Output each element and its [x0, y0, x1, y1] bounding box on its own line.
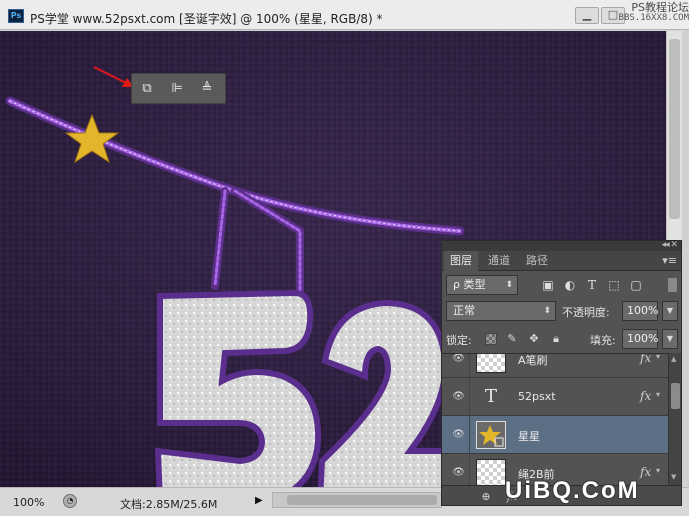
tab-paths[interactable]: 路径 — [520, 251, 554, 271]
filter-pixel-icon[interactable]: ▣ — [540, 277, 556, 293]
watermark-line-1: PS教程论坛 — [631, 1, 689, 14]
link-layers-icon[interactable]: ⊕ — [478, 489, 494, 505]
tab-layers[interactable]: 图层 — [444, 251, 478, 271]
lock-position-icon[interactable]: ✥ — [526, 331, 542, 347]
filter-type-icon[interactable]: T — [584, 277, 600, 293]
layer-name: A笔刷 — [518, 354, 548, 367]
zoom-level[interactable]: 100% — [13, 496, 44, 509]
lock-label: 锁定: — [446, 334, 472, 347]
horizontal-scrollbar-thumb[interactable] — [287, 495, 437, 505]
chevron-down-icon[interactable]: ▾ — [656, 466, 660, 475]
lock-transparent-pixels-icon[interactable] — [485, 333, 497, 345]
fill-dropdown-icon[interactable]: ▼ — [662, 329, 678, 349]
layer-fx-icon[interactable]: fx — [640, 354, 651, 365]
layer-filter-label: 类型 — [463, 278, 486, 291]
proof-setup-icon[interactable]: ◔ — [63, 494, 77, 508]
panel-tabs: 图层 通道 路径 ▾≡ — [442, 251, 681, 271]
opacity-label: 不透明度: — [562, 306, 610, 319]
document-title: PS学堂 www.52psxt.com [圣诞字效] @ 100% (星星, R… — [30, 12, 383, 26]
chevron-down-icon[interactable]: ▾ — [656, 390, 660, 399]
filter-shape-icon[interactable]: ⬚ — [606, 277, 622, 293]
watermark-top: PS教程论坛 BBS.16XX8.COM — [607, 2, 689, 24]
blend-row: 正常 ⬍ 不透明度: 100% ▼ — [446, 301, 678, 323]
distribute-layers-icon[interactable]: ≜ — [197, 79, 217, 99]
window-edge — [682, 31, 689, 487]
layers-panel: ◂◂ ✕ 图层 通道 路径 ▾≡ ρ 类型 ⬍ ▣ ◐ T ⬚ ▢ 正常 ⬍ 不… — [441, 240, 682, 506]
opacity-dropdown-icon[interactable]: ▼ — [662, 301, 678, 321]
layer-row-star[interactable]: 👁︎ 星星 — [442, 416, 668, 454]
layer-row-text[interactable]: 👁︎ T 52psxt fx ▾ — [442, 378, 668, 416]
layer-thumbnail — [476, 354, 506, 373]
layer-filter-row: ρ 类型 ⬍ ▣ ◐ T ⬚ ▢ — [446, 275, 678, 297]
layer-row-a-brush[interactable]: 👁︎ A笔刷 fx ▾ — [442, 354, 668, 378]
chevron-down-icon[interactable]: ▾ — [656, 354, 660, 361]
filter-adjustment-icon[interactable]: ◐ — [562, 277, 578, 293]
layers-scrollbar[interactable]: ▲ ▼ — [668, 353, 681, 485]
minimize-button[interactable]: ▁ — [575, 7, 599, 24]
visibility-eye-icon[interactable]: 👁︎ — [448, 378, 470, 416]
title-bar: Ps PS学堂 www.52psxt.com [圣诞字效] @ 100% (星星… — [0, 0, 689, 30]
photoshop-app-icon: Ps — [8, 9, 24, 23]
align-left-edges-icon[interactable]: ⊫ — [167, 79, 187, 99]
search-icon: ρ — [453, 278, 460, 291]
panel-collapse-icon[interactable]: ◂◂ ✕ — [662, 241, 678, 250]
opacity-input[interactable]: 100% — [622, 301, 658, 321]
layer-thumbnail — [476, 459, 506, 485]
blend-mode-select[interactable]: 正常 ⬍ — [446, 301, 556, 321]
layer-name: 星星 — [518, 430, 540, 443]
vertical-scrollbar-thumb[interactable] — [669, 39, 680, 219]
align-floating-toolbar: ⧉ ⊫ ≜ — [131, 73, 226, 104]
fill-label: 填充: — [590, 334, 616, 347]
fill-input[interactable]: 100% — [622, 329, 658, 349]
layer-fx-icon[interactable]: fx — [640, 389, 651, 403]
document-size-info: 文档:2.85M/25.6M — [120, 498, 218, 511]
visibility-eye-icon[interactable]: 👁︎ — [448, 454, 470, 485]
star-layer-thumbnail — [476, 421, 506, 449]
layers-list: 👁︎ A笔刷 fx ▾ 👁︎ T 52psxt fx ▾ 👁︎ 星星 👁︎ 绳2… — [442, 353, 668, 485]
visibility-eye-icon[interactable]: 👁︎ — [448, 416, 470, 454]
watermark-bottom: UiBQ.CoM — [505, 477, 640, 504]
layer-filter-select[interactable]: ρ 类型 ⬍ — [446, 275, 518, 295]
text-layer-icon: T — [484, 386, 497, 407]
scroll-up-icon[interactable]: ▲ — [671, 355, 676, 363]
watermark-line-2: BBS.16XX8.COM — [618, 13, 689, 23]
filter-smart-object-icon[interactable]: ▢ — [628, 277, 644, 293]
blend-mode-label: 正常 — [453, 304, 475, 317]
status-menu-arrow[interactable]: ▶ — [255, 495, 265, 507]
chevron-updown-icon: ⬍ — [543, 306, 551, 316]
scroll-down-icon[interactable]: ▼ — [671, 473, 676, 481]
lock-row: 锁定: ✎ ✥ 🔒︎ 填充: 100% ▼ — [446, 329, 678, 351]
star-icon — [479, 425, 504, 447]
chevron-updown-icon: ⬍ — [505, 280, 513, 290]
layer-fx-icon[interactable]: fx — [640, 465, 651, 479]
filter-toggle-switch[interactable] — [668, 278, 677, 292]
tab-channels[interactable]: 通道 — [482, 251, 516, 271]
layers-scrollbar-thumb[interactable] — [671, 383, 680, 409]
panel-header-strip: ◂◂ ✕ — [442, 241, 681, 251]
visibility-eye-icon[interactable]: 👁︎ — [448, 354, 470, 378]
snow-letter-5 — [154, 289, 322, 487]
lock-image-pixels-icon[interactable]: ✎ — [504, 331, 520, 347]
align-layers-icon[interactable]: ⧉ — [137, 79, 157, 99]
layer-name: 52psxt — [518, 390, 556, 403]
horizontal-scrollbar[interactable] — [272, 492, 442, 508]
lock-all-icon[interactable]: 🔒︎ — [548, 331, 564, 347]
panel-menu-icon[interactable]: ▾≡ — [662, 254, 677, 267]
